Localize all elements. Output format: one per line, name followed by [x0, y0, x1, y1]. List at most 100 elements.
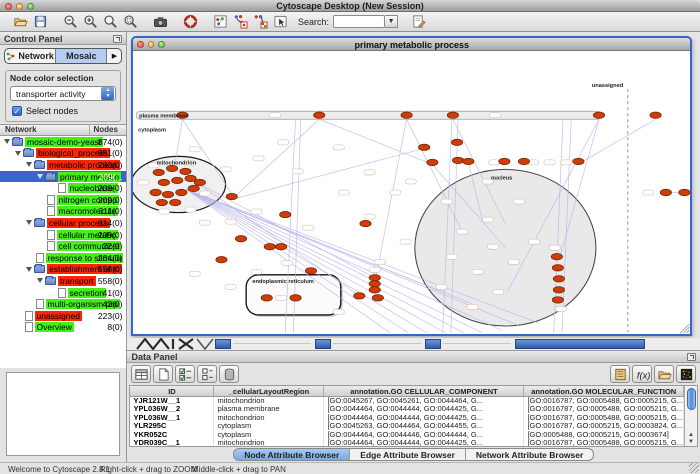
- network-tree-row[interactable]: cellular metabo209(0): [0, 229, 126, 241]
- zoom-in-icon[interactable]: [81, 13, 99, 30]
- network-node[interactable]: [265, 243, 276, 249]
- node-color-dropdown[interactable]: transporter activity ▲▼: [10, 86, 116, 101]
- background-window-edge[interactable]: [215, 339, 231, 349]
- zoom-out-icon[interactable]: [61, 13, 79, 30]
- network-node[interactable]: [227, 193, 238, 199]
- network-node[interactable]: [314, 112, 325, 118]
- network-node[interactable]: [552, 254, 563, 260]
- select-nodes-checkbox[interactable]: ✓: [12, 106, 22, 116]
- column-header[interactable]: _cellularLayoutRegion: [214, 386, 324, 396]
- network-node[interactable]: [463, 158, 474, 164]
- table-row[interactable]: YDR039C__1mitochondrion[GO:0044464, GO:0…: [130, 439, 684, 446]
- network-node[interactable]: [453, 157, 464, 163]
- network-node[interactable]: [360, 220, 371, 226]
- network-node[interactable]: [216, 257, 227, 263]
- column-header[interactable]: annotation.GO CELLULAR_COMPONENT: [324, 386, 524, 396]
- network-tree-row[interactable]: biological_process651(0): [0, 148, 126, 160]
- attribute-table-icon[interactable]: [131, 365, 151, 383]
- network-node[interactable]: [354, 293, 365, 299]
- network-node[interactable]: [154, 169, 165, 175]
- network-node[interactable]: [499, 158, 510, 164]
- tab-network[interactable]: Network: [5, 49, 56, 63]
- network-node[interactable]: [176, 189, 187, 195]
- network-tree-row[interactable]: establishment of lo558(0): [0, 264, 126, 276]
- float-data-panel-icon[interactable]: [687, 353, 696, 361]
- network-node[interactable]: [163, 191, 174, 197]
- network-canvas[interactable]: plasma membrane cytoplasm mitochondrion …: [133, 51, 690, 334]
- network-node[interactable]: [150, 189, 161, 195]
- configure-search-icon[interactable]: [409, 13, 427, 30]
- network-node[interactable]: [172, 177, 183, 183]
- network-node[interactable]: [370, 281, 381, 287]
- expand-triangle-icon[interactable]: [26, 220, 32, 225]
- network-edge[interactable]: [376, 119, 407, 278]
- network-node[interactable]: [290, 295, 301, 301]
- delete-attribute-icon[interactable]: [219, 365, 239, 383]
- expand-triangle-icon[interactable]: [15, 151, 21, 156]
- network-node[interactable]: [306, 268, 317, 274]
- network-node[interactable]: [452, 139, 463, 145]
- snapshot-icon[interactable]: [151, 13, 169, 30]
- zoom-selected-icon[interactable]: [121, 13, 139, 30]
- network-tree-row[interactable]: cellular process614(0): [0, 217, 126, 229]
- network-tree-row[interactable]: primary metabo209(...: [0, 171, 126, 183]
- network-node[interactable]: [180, 168, 191, 174]
- column-header[interactable]: annotation.GO MOLECULAR_FUNCTION: [524, 386, 684, 396]
- expand-triangle-icon[interactable]: [4, 139, 10, 144]
- network-node[interactable]: [553, 297, 564, 303]
- network-tree-row[interactable]: Overview8(0): [0, 322, 126, 334]
- network-node[interactable]: [553, 265, 564, 271]
- network-tree-row[interactable]: macromolecule311(0): [0, 206, 126, 218]
- network-view-icon[interactable]: [211, 13, 229, 30]
- help-icon[interactable]: [181, 13, 199, 30]
- network-node[interactable]: [419, 144, 430, 150]
- table-row[interactable]: YKR052Ccytoplasm[GO:0044464, GO:0044446,…: [130, 431, 684, 440]
- network-node[interactable]: [185, 175, 196, 181]
- unselect-attributes-icon[interactable]: [197, 365, 217, 383]
- save-session-icon[interactable]: [31, 13, 49, 30]
- network-tree-row[interactable]: metabolic process280(0): [0, 159, 126, 171]
- tabs-overflow-arrow-icon[interactable]: ▶: [107, 49, 121, 63]
- network-node[interactable]: [195, 179, 206, 185]
- network-tree-row[interactable]: mosaic-demo-yeast874(0): [0, 136, 126, 148]
- network-node[interactable]: [427, 159, 438, 165]
- network-tree-row[interactable]: nucleobase-209(0): [0, 182, 126, 194]
- network-node[interactable]: [573, 158, 584, 164]
- function-builder-icon[interactable]: f(x): [632, 365, 652, 383]
- tab-edge-attribute-browser[interactable]: Edge Attribute Browser: [350, 449, 466, 460]
- network-edge[interactable]: [320, 119, 433, 164]
- float-panel-icon[interactable]: [113, 35, 122, 43]
- view-resize-grip[interactable]: [681, 324, 690, 333]
- select-attributes-icon[interactable]: [175, 365, 195, 383]
- background-window-edge[interactable]: [315, 339, 331, 349]
- table-row[interactable]: YPL036W__1mitochondrion[GO:0044464, GO:0…: [130, 414, 684, 423]
- tab-mosaic[interactable]: Mosaic: [56, 49, 107, 63]
- column-header-nodes[interactable]: Nodes: [90, 125, 126, 135]
- network-node[interactable]: [373, 295, 384, 301]
- background-window-edge[interactable]: [515, 339, 645, 349]
- network-edge[interactable]: [234, 119, 319, 197]
- table-scrollbar[interactable]: ▲▼: [684, 386, 697, 446]
- birds-eye-view[interactable]: [6, 372, 120, 456]
- column-header-network[interactable]: Network: [0, 125, 90, 135]
- scrollbar-arrows[interactable]: ▲▼: [685, 432, 697, 446]
- network-tree-row[interactable]: secretion41(0): [0, 287, 126, 299]
- network-node[interactable]: [159, 179, 170, 185]
- scrollbar-thumb[interactable]: [687, 388, 696, 410]
- network-node[interactable]: [519, 158, 530, 164]
- expand-triangle-icon[interactable]: [26, 267, 32, 272]
- attribute-batch-icon[interactable]: [610, 365, 630, 383]
- network-node[interactable]: [679, 189, 690, 195]
- network-node[interactable]: [262, 295, 273, 301]
- column-header[interactable]: ID: [130, 386, 214, 396]
- search-dropdown-icon[interactable]: ▼: [385, 15, 398, 28]
- network-node[interactable]: [554, 287, 565, 293]
- attribute-matrix-icon[interactable]: [676, 365, 696, 383]
- network-tree-row[interactable]: transport558(0): [0, 275, 126, 287]
- open-session-icon[interactable]: [11, 13, 29, 30]
- annotation-icon[interactable]: [271, 13, 289, 30]
- network-view-window[interactable]: primary metabolic process pla: [131, 36, 692, 336]
- network-node[interactable]: [157, 199, 168, 205]
- zoom-fit-icon[interactable]: [101, 13, 119, 30]
- paste-layout-icon[interactable]: [251, 13, 269, 30]
